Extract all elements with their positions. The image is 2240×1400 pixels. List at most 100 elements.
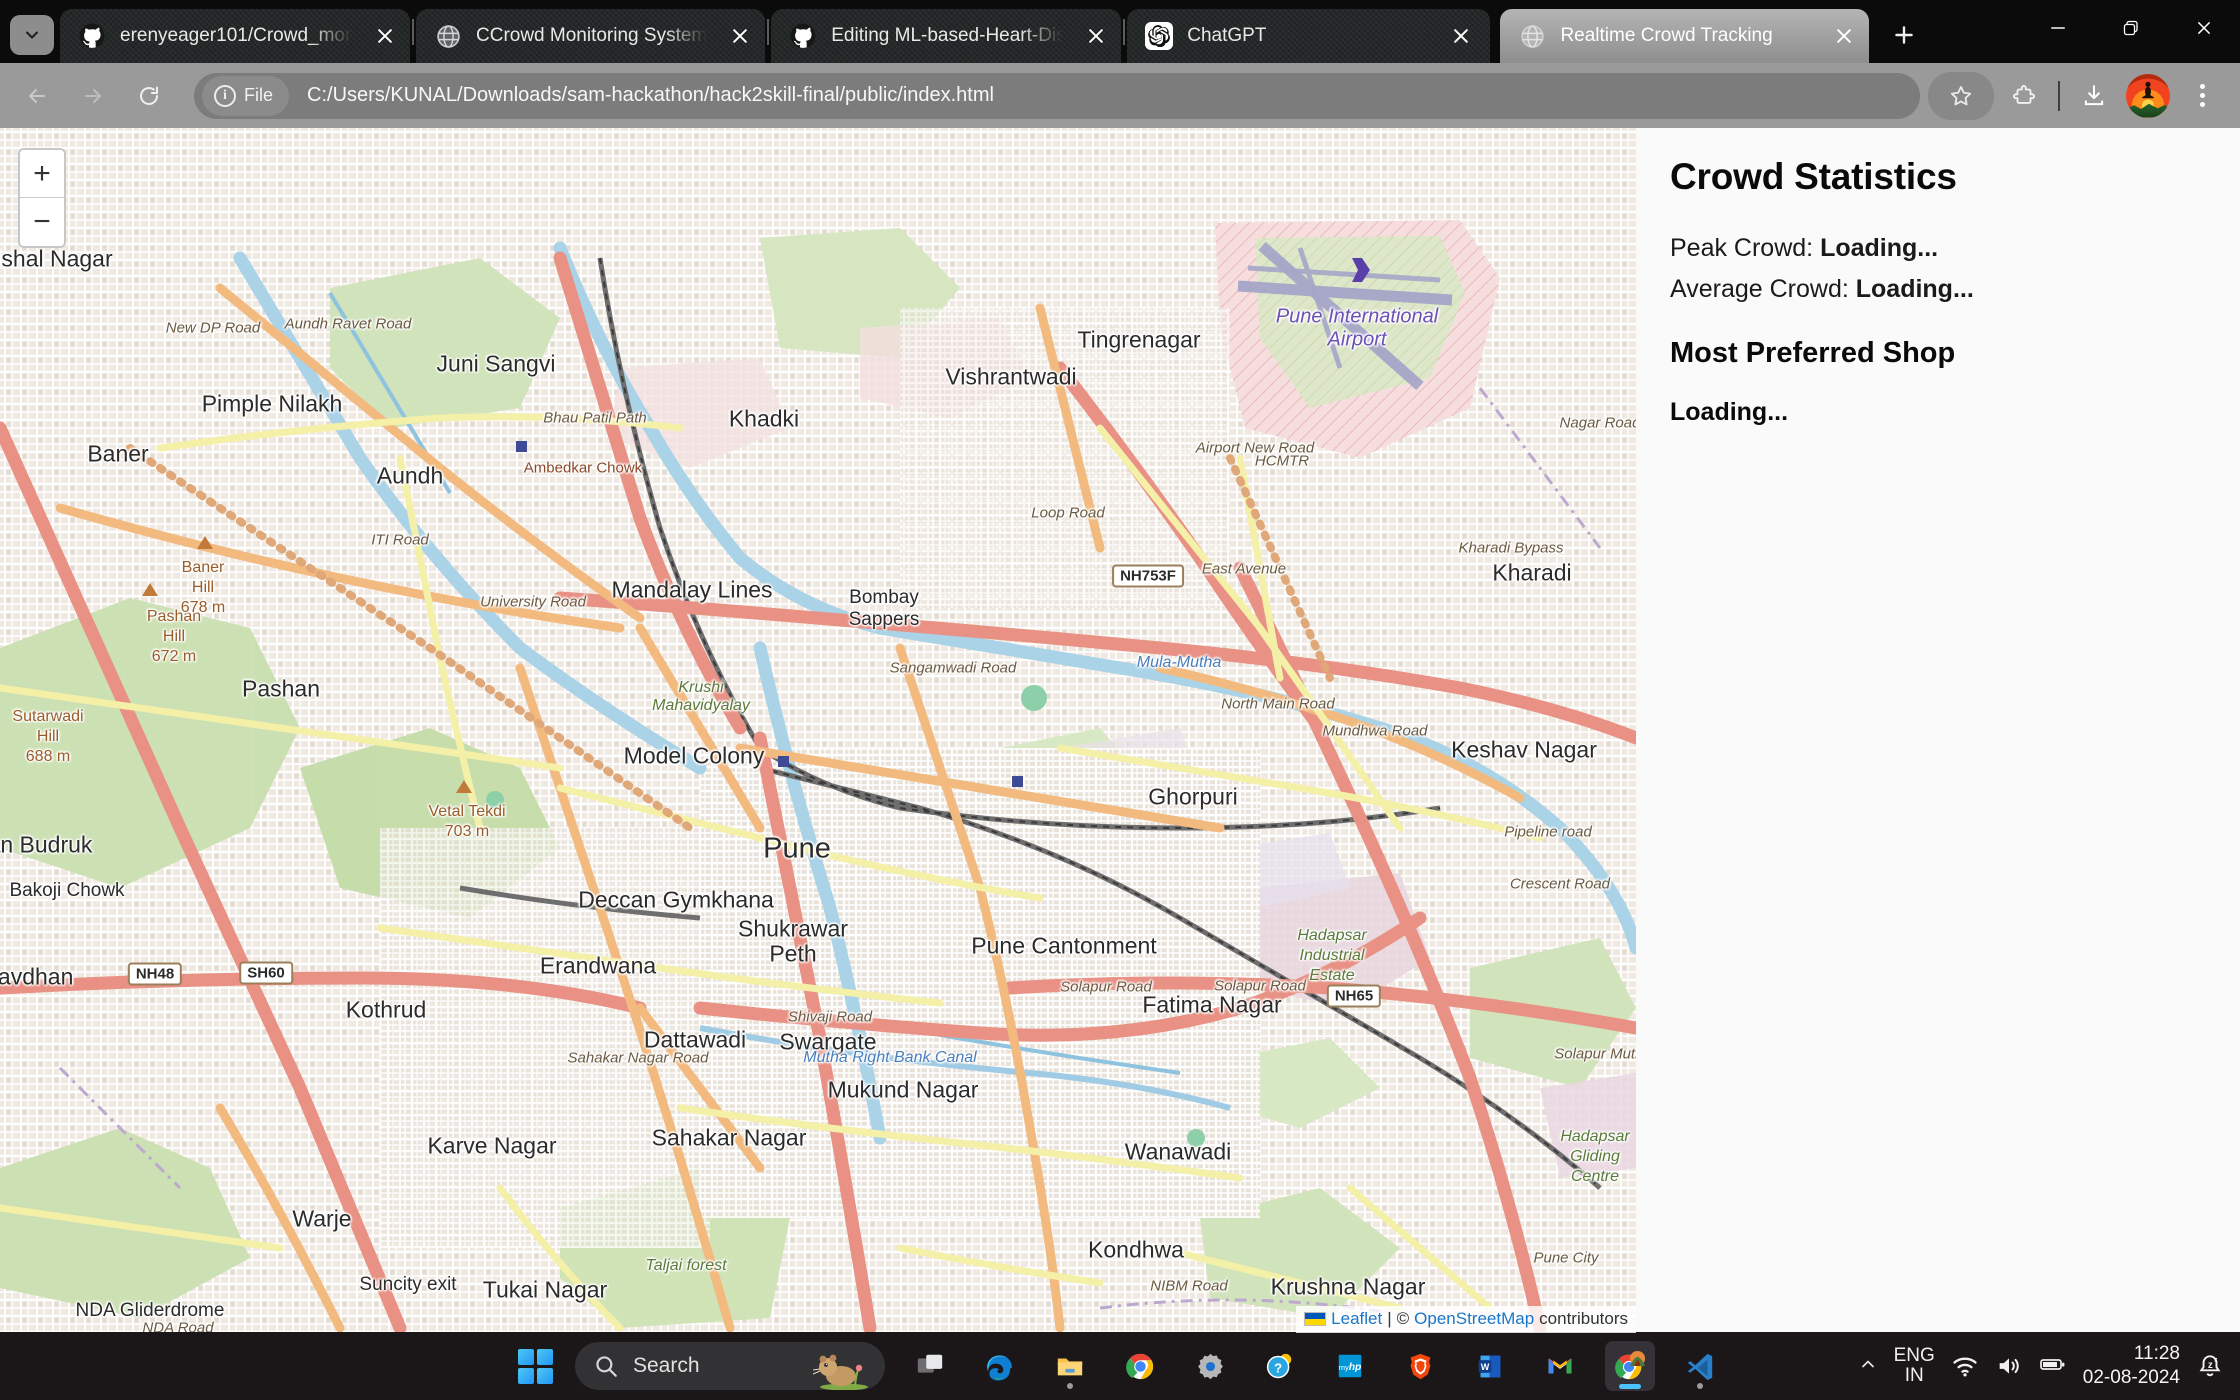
- tab-search-button[interactable]: [10, 15, 54, 55]
- taskbar-chrome-button[interactable]: [1115, 1341, 1165, 1391]
- tab-divider: [412, 18, 414, 45]
- leaflet-link[interactable]: Leaflet: [1331, 1309, 1382, 1329]
- profile-avatar[interactable]: [2126, 73, 2170, 118]
- average-crowd-label: Average Crowd:: [1670, 274, 1849, 303]
- map-tiles: [0, 128, 1636, 1333]
- chrome-icon: [1125, 1353, 1153, 1379]
- globe-icon: [1518, 22, 1546, 50]
- tab-realtime-crowd-tracking[interactable]: Realtime Crowd Tracking: [1500, 9, 1869, 63]
- taskbar-brave-button[interactable]: [1395, 1341, 1445, 1391]
- bookmark-button[interactable]: [1928, 71, 1994, 120]
- minimize-icon: [2050, 26, 2065, 29]
- chrome-active-icon: [1615, 1350, 1646, 1380]
- restore-button[interactable]: [2094, 0, 2167, 55]
- tab-title: erenyeager101/Crowd_monitoring: [120, 25, 352, 46]
- minimize-button[interactable]: [2021, 0, 2094, 55]
- reload-button[interactable]: [126, 73, 172, 119]
- site-information-chip[interactable]: i File: [202, 75, 290, 116]
- reload-icon: [140, 86, 158, 105]
- contributors-text: contributors: [1539, 1309, 1628, 1328]
- clock-date: 02-08-2024: [2082, 1367, 2180, 1388]
- taskbar-help-button[interactable]: ?: [1255, 1341, 1305, 1391]
- volume-icon: [1999, 1358, 2019, 1374]
- tray-expand-button[interactable]: [1858, 1354, 1878, 1379]
- average-crowd-row: Average Crowd: Loading...: [1670, 273, 2206, 307]
- yogi-silhouette-icon: [2142, 82, 2154, 99]
- taskbar-settings-button[interactable]: [1185, 1341, 1235, 1391]
- active-indicator: [1619, 1384, 1641, 1389]
- tab-close-button[interactable]: [370, 21, 400, 51]
- file-explorer-icon: [1057, 1358, 1083, 1376]
- chevron-down-icon: [26, 31, 38, 39]
- notification-button[interactable]: z z: [2196, 1352, 2224, 1380]
- settings-icon: [1197, 1353, 1223, 1379]
- language-indicator[interactable]: ENG IN: [1894, 1346, 1935, 1386]
- windows-start-button[interactable]: [515, 1346, 555, 1386]
- battery-button[interactable]: [2039, 1352, 2067, 1380]
- toolbar-actions: [1928, 71, 2226, 120]
- new-tab-button[interactable]: [1881, 12, 1927, 58]
- back-arrow-icon: [29, 88, 45, 103]
- tab-title: Editing ML-based-Heart-Disease: [831, 25, 1064, 46]
- close-button[interactable]: [2167, 0, 2240, 55]
- map-zoom-control: + −: [18, 148, 66, 248]
- gmail-icon: [1548, 1358, 1572, 1374]
- tab-strip: erenyeager101/Crowd_monitoring CCrowd Mo…: [0, 0, 2240, 63]
- brave-icon: [1410, 1353, 1430, 1379]
- globe-icon: [434, 22, 462, 50]
- taskbar-file-explorer-button[interactable]: [1045, 1341, 1095, 1391]
- wifi-button[interactable]: [1951, 1352, 1979, 1380]
- taskbar-vscode-button[interactable]: [1675, 1341, 1725, 1391]
- url-text: C:/Users/KUNAL/Downloads/sam-hackathon/h…: [307, 84, 994, 106]
- github-icon: [789, 22, 817, 50]
- back-button[interactable]: [14, 73, 60, 119]
- zoom-in-button[interactable]: +: [20, 150, 64, 198]
- plus-icon: [1894, 26, 1913, 44]
- critter-illustration-icon: [812, 1354, 868, 1390]
- running-indicator: [1697, 1383, 1703, 1389]
- taskbar-myhp-button[interactable]: myhp: [1325, 1341, 1375, 1391]
- language-primary: ENG: [1893, 1345, 1935, 1367]
- battery-icon: [2039, 1359, 2065, 1370]
- extensions-button[interactable]: [2000, 72, 2048, 120]
- tab-chatgpt[interactable]: ChatGPT: [1127, 9, 1490, 63]
- taskbar-task-view-button[interactable]: [905, 1341, 955, 1391]
- copyright-symbol: ©: [1396, 1309, 1410, 1328]
- address-bar[interactable]: i File C:/Users/KUNAL/Downloads/sam-hack…: [194, 72, 1920, 119]
- tab-ccrowd-monitoring-system[interactable]: CCrowd Monitoring System: [416, 9, 765, 63]
- peak-crowd-value: Loading...: [1820, 234, 1939, 262]
- tab-close-button[interactable]: [1829, 21, 1859, 51]
- github-icon: [78, 22, 106, 50]
- system-tray: ENG IN 11:28 02-08-2024 z z: [1858, 1332, 2224, 1400]
- security-chip-label: File: [244, 85, 274, 105]
- forward-button[interactable]: [70, 73, 116, 119]
- clock[interactable]: 11:28 02-08-2024: [2083, 1342, 2180, 1390]
- taskbar-chrome-active-button[interactable]: [1605, 1341, 1655, 1391]
- chevron-up-icon: [1861, 1359, 1874, 1367]
- myhp-icon: myhp: [1339, 1354, 1361, 1378]
- tab-close-button[interactable]: [725, 21, 755, 51]
- taskbar-gmail-button[interactable]: [1535, 1341, 1585, 1391]
- taskbar-edge-button[interactable]: [975, 1341, 1025, 1391]
- tab-close-button[interactable]: [1081, 21, 1111, 51]
- close-icon: [1836, 29, 1851, 43]
- taskbar-word-button[interactable]: W: [1465, 1341, 1515, 1391]
- taskbar-search-box[interactable]: Search: [575, 1342, 885, 1390]
- openstreetmap-link[interactable]: OpenStreetMap: [1414, 1309, 1534, 1329]
- chrome-menu-button[interactable]: [2178, 72, 2226, 120]
- average-crowd-value: Loading...: [1855, 274, 1974, 303]
- attribution-separator: |: [1387, 1309, 1392, 1328]
- downloads-button[interactable]: [2070, 72, 2118, 120]
- tab-title: Realtime Crowd Tracking: [1560, 25, 1773, 46]
- close-icon: [2197, 21, 2210, 34]
- zoom-out-button[interactable]: −: [20, 198, 64, 246]
- tab-editing-ml-heart-disease[interactable]: Editing ML-based-Heart-Disease: [771, 9, 1121, 63]
- tab-close-button[interactable]: [1446, 21, 1476, 51]
- leaflet-map[interactable]: Vishal NagarJuni SangviTingrenagarVishra…: [0, 128, 1636, 1333]
- toolbar-divider: [2058, 80, 2060, 111]
- volume-button[interactable]: [1995, 1352, 2023, 1380]
- clock-time: 11:28: [2133, 1343, 2180, 1365]
- crowd-statistics-panel: Crowd Statistics Peak Crowd: Loading... …: [1636, 128, 2240, 1333]
- tab-crowd-monitoring-repo[interactable]: erenyeager101/Crowd_monitoring: [60, 9, 410, 63]
- search-icon: [596, 1356, 617, 1377]
